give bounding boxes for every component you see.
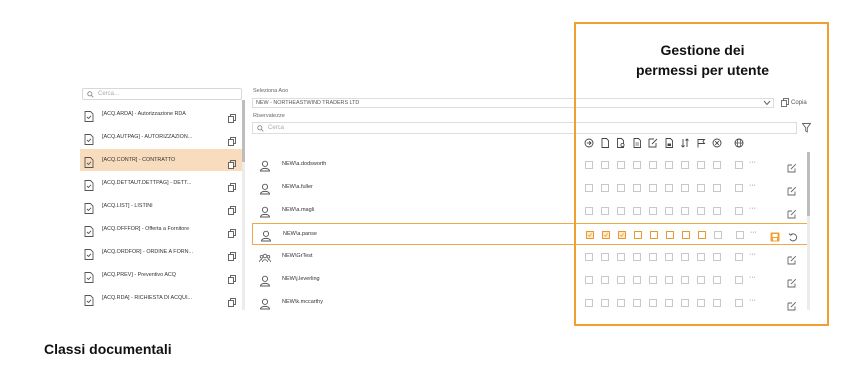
user-name: NEW\k.mccarthy [282, 299, 323, 305]
user-name: NEW\a.dodsworth [282, 161, 327, 167]
user-name: NEW\a.panse [283, 231, 317, 237]
class-label: [ACQ.AUTPAG] - AUTORIZZAZION... [102, 134, 193, 140]
aoo-label: Seleziona Aoo [253, 88, 289, 94]
copy-icon[interactable] [228, 294, 236, 307]
user-icon [259, 182, 271, 195]
document-check-icon [84, 224, 94, 237]
user-icon [259, 205, 271, 218]
user-icon [259, 159, 271, 172]
group-icon [259, 251, 271, 263]
class-search-input[interactable]: Cerca... [82, 88, 242, 100]
class-list-item[interactable]: [ACQ.PREV] - Preventivo ACQ [80, 264, 243, 286]
user-name: NEW\a.fuller [282, 184, 313, 190]
document-check-icon [84, 109, 94, 122]
user-name: NEW\a.magli [282, 207, 315, 213]
class-label: [ACQ.ORDFOR] - ORDINE A FORN... [102, 249, 194, 255]
copy-icon[interactable] [228, 202, 236, 215]
document-check-icon [84, 155, 94, 168]
user-name: NEW\j.leverling [282, 276, 320, 282]
copy-icon[interactable] [228, 110, 236, 123]
search-placeholder: Cerca [268, 125, 285, 131]
class-list-item[interactable]: [ACQ.DETTAUT.DETTPAG] - DETT... [80, 172, 243, 194]
search-icon [87, 90, 94, 98]
document-check-icon [84, 270, 94, 283]
class-list-item[interactable]: [ACQ.CONTR] - CONTRATTO [80, 149, 243, 171]
callout-title: Gestione dei permessi per utente [600, 40, 805, 80]
copy-icon[interactable] [228, 225, 236, 238]
class-list-item[interactable]: [ACQ.AUTPAG] - AUTORIZZAZION... [80, 126, 243, 148]
class-list-item[interactable]: [ACQ.LIST] - LISTINI [80, 195, 243, 217]
document-check-icon [84, 132, 94, 145]
class-list-scrollbar[interactable] [242, 100, 245, 310]
class-list-item[interactable]: [ACQ.ARDA] - Autorizzazione RDA [80, 103, 243, 125]
user-icon [260, 229, 272, 242]
class-list-item[interactable]: [ACQ.RDA] - RICHIESTA DI ACQUI... [80, 287, 243, 309]
aoo-value: NEW - NORTHEASTWIND TRADERS LTD [256, 100, 360, 106]
class-label: [ACQ.DETTAUT.DETTPAG] - DETT... [102, 180, 192, 186]
copy-icon[interactable] [228, 179, 236, 192]
copy-icon[interactable] [228, 248, 236, 261]
document-check-icon [84, 201, 94, 214]
copy-icon[interactable] [228, 156, 236, 169]
class-list-item[interactable]: [ACQ.OFFFOR] - Offerta a Fornitore [80, 218, 243, 240]
class-label: [ACQ.CONTR] - CONTRATTO [102, 157, 176, 163]
user-name: NEW\GrTest [282, 253, 313, 259]
document-check-icon [84, 247, 94, 260]
document-check-icon [84, 293, 94, 306]
class-label: [ACQ.ARDA] - Autorizzazione RDA [102, 111, 186, 117]
document-check-icon [84, 178, 94, 191]
class-label: [ACQ.LIST] - LISTINI [102, 203, 153, 209]
class-label: [ACQ.RDA] - RICHIESTA DI ACQUI... [102, 295, 193, 301]
callout-line-2: permessi per utente [635, 62, 770, 78]
footer-title: Classi documentali [44, 341, 172, 357]
callout-line-1: Gestione dei [660, 42, 745, 58]
user-icon [259, 274, 271, 287]
reserved-label: Riservatezze [253, 113, 285, 119]
class-label: [ACQ.OFFFOR] - Offerta a Fornitore [102, 226, 190, 232]
copy-icon[interactable] [228, 133, 236, 146]
search-placeholder: Cerca... [98, 91, 120, 97]
search-icon [257, 124, 264, 132]
class-list-item[interactable]: [ACQ.ORDFOR] - ORDINE A FORN... [80, 241, 243, 263]
class-label: [ACQ.PREV] - Preventivo ACQ [102, 272, 176, 278]
copy-icon[interactable] [228, 271, 236, 284]
user-icon [259, 297, 271, 310]
